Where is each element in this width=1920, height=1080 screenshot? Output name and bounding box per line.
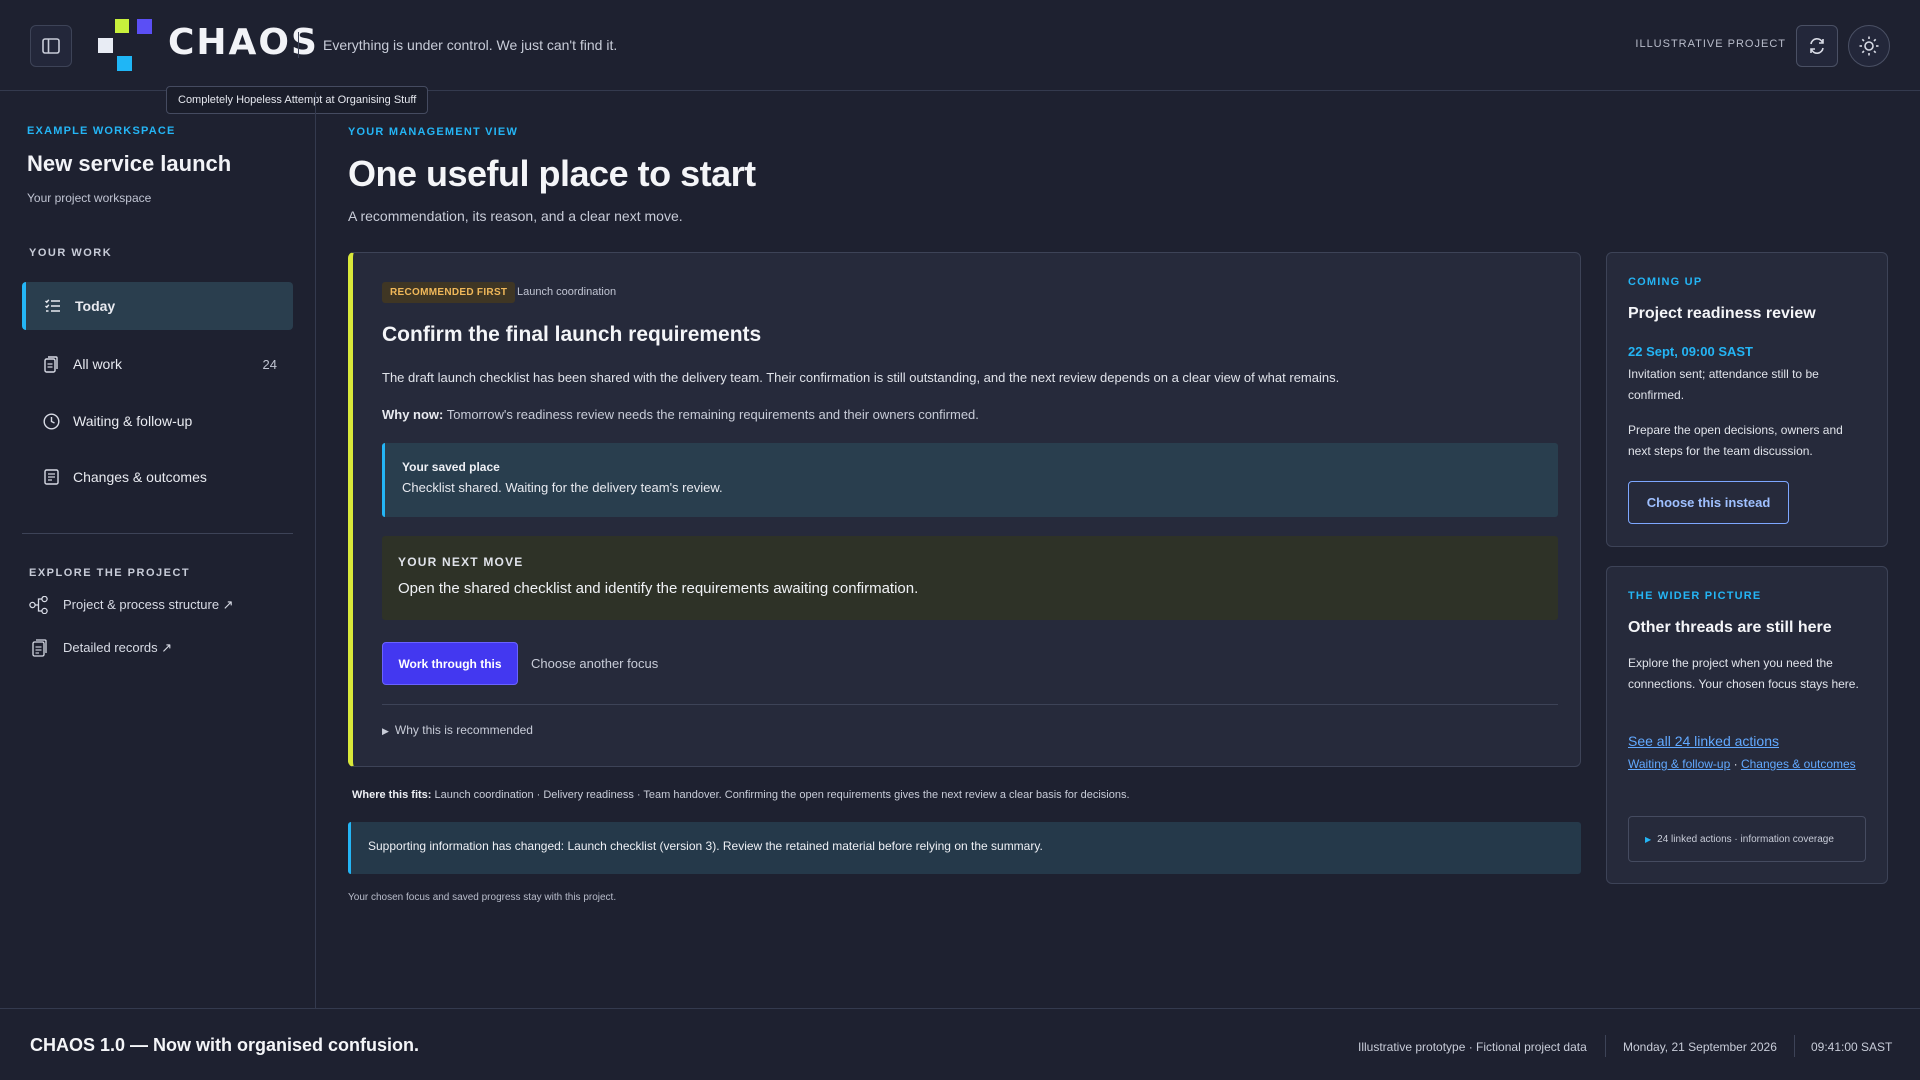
recommendation-card: RECOMMENDED FIRST Launch coordination Co…: [348, 252, 1581, 767]
clock-icon: [42, 412, 60, 430]
card-description: The draft launch checklist has been shar…: [382, 370, 1340, 385]
triangle-right-icon: ▶: [1645, 834, 1652, 844]
where-fits-label: Where this fits:: [352, 789, 432, 801]
all-work-count: 24: [262, 356, 277, 372]
coming-up-title: Project readiness review: [1628, 305, 1816, 322]
wider-picture-card: THE WIDER PICTURE Other threads are stil…: [1606, 566, 1888, 884]
next-move-title: YOUR NEXT MOVE: [398, 555, 524, 569]
saved-place-title: Your saved place: [402, 460, 500, 474]
sidebar-item-today[interactable]: Today: [22, 282, 293, 330]
records-icon: [29, 638, 49, 658]
document-icon: [42, 355, 60, 373]
refresh-button[interactable]: [1796, 25, 1838, 67]
brand-name: CHAOS: [168, 22, 319, 63]
choose-this-instead-button[interactable]: Choose this instead: [1628, 481, 1789, 524]
coming-up-status: Invitation sent; attendance still to be …: [1628, 367, 1819, 402]
footnote: Your chosen focus and saved progress sta…: [348, 892, 617, 903]
sidebar-item-changes[interactable]: Changes & outcomes: [22, 453, 293, 501]
footer-brandline: CHAOS 1.0 — Now with organised confusion…: [30, 1035, 420, 1055]
why-now-text: Tomorrow's readiness review needs the re…: [443, 407, 979, 422]
card-divider: [382, 704, 1558, 705]
sidebar-item-label: Waiting & follow-up: [73, 413, 193, 429]
where-this-fits: Where this fits: Launch coordination · D…: [352, 789, 1130, 801]
wider-picture-label: THE WIDER PICTURE: [1628, 590, 1762, 602]
waiting-follow-up-link[interactable]: Waiting & follow-up: [1628, 757, 1730, 771]
explore-label: EXPLORE THE PROJECT: [29, 567, 191, 579]
explore-item-label: Project & process structure ↗: [63, 597, 234, 612]
info-changed-notice: Supporting information has changed: Laun…: [348, 822, 1581, 874]
chaos-logo-icon: [98, 19, 152, 71]
workspace-title: New service launch: [27, 151, 232, 176]
explore-records-link[interactable]: Detailed records ↗: [29, 638, 172, 658]
app-header: CHAOS Everything is under control. We ju…: [0, 0, 1920, 91]
footer-separator: [1605, 1035, 1606, 1057]
footer-prototype-note: Illustrative prototype · Fictional proje…: [1358, 1040, 1587, 1054]
saved-place-panel: Your saved place Checklist shared. Waiti…: [382, 443, 1558, 517]
wider-picture-text: Explore the project when you need the co…: [1628, 656, 1859, 691]
coverage-toggle[interactable]: ▶ 24 linked actions · information coverag…: [1628, 816, 1866, 862]
explore-structure-link[interactable]: Project & process structure ↗: [29, 595, 234, 615]
sidebar-item-all-work[interactable]: All work 24: [22, 340, 293, 388]
where-fits-text: Launch coordination · Delivery readiness…: [431, 789, 1130, 801]
explore-item-label: Detailed records ↗: [63, 640, 173, 655]
structure-icon: [29, 595, 49, 615]
workspace-label: EXAMPLE WORKSPACE: [27, 125, 176, 137]
triangle-right-icon: ▶: [382, 726, 389, 736]
wider-picture-title: Other threads are still here: [1628, 619, 1832, 636]
page-subtitle: A recommendation, its reason, and a clea…: [348, 208, 683, 224]
coming-up-card: COMING UP Project readiness review 22 Se…: [1606, 252, 1888, 547]
coverage-label: 24 linked actions · information coverage: [1657, 833, 1834, 845]
list-icon: [44, 297, 62, 315]
sidebar-item-label: Changes & outcomes: [73, 469, 207, 485]
sidebar-item-label: Today: [75, 298, 116, 314]
notes-icon: [42, 468, 60, 486]
your-work-label: YOUR WORK: [29, 247, 113, 259]
theme-toggle-button[interactable]: [1848, 25, 1890, 67]
card-context: Launch coordination: [517, 286, 617, 298]
why-toggle-label: Why this is recommended: [394, 723, 533, 737]
saved-place-text: Checklist shared. Waiting for the delive…: [402, 480, 723, 495]
see-all-row: See all 24 linked actions: [1628, 731, 1868, 752]
card-why-now: Why now: Tomorrow's readiness review nee…: [382, 407, 979, 422]
see-all-actions-link[interactable]: See all 24 linked actions: [1628, 733, 1779, 749]
app-footer: CHAOS 1.0 — Now with organised confusion…: [0, 1008, 1920, 1080]
page-title: One useful place to start: [348, 153, 756, 194]
header-divider: [298, 32, 299, 58]
why-recommended-toggle[interactable]: ▶ Why this is recommended: [382, 723, 533, 737]
sidebar: EXAMPLE WORKSPACE New service launch You…: [0, 92, 316, 1008]
choose-another-focus-link[interactable]: Choose another focus: [531, 656, 658, 671]
tagline: Everything is under control. We just can…: [323, 37, 618, 53]
footer-time: 09:41:00 SAST: [1811, 1040, 1893, 1054]
link-separator: ·: [1730, 757, 1741, 771]
refresh-icon: [1810, 38, 1824, 54]
main-section-label: YOUR MANAGEMENT VIEW: [348, 126, 519, 138]
workspace-subtitle: Your project workspace: [27, 191, 152, 205]
sidebar-icon[interactable]: [30, 25, 72, 67]
footer-date: Monday, 21 September 2026: [1623, 1040, 1777, 1054]
why-now-label: Why now:: [382, 407, 444, 422]
sidebar-item-waiting[interactable]: Waiting & follow-up: [22, 397, 293, 445]
coming-up-label: COMING UP: [1628, 276, 1703, 288]
card-title: Confirm the final launch requirements: [382, 323, 762, 346]
next-move-panel: YOUR NEXT MOVE Open the shared checklist…: [382, 536, 1558, 620]
changes-outcomes-link[interactable]: Changes & outcomes: [1741, 757, 1856, 771]
sidebar-divider: [22, 533, 293, 534]
thread-links: Waiting & follow-up · Changes & outcomes: [1628, 754, 1868, 775]
project-label: ILLUSTRATIVE PROJECT: [1635, 38, 1786, 50]
recommended-badge: RECOMMENDED FIRST: [382, 282, 516, 303]
work-through-button[interactable]: Work through this: [382, 642, 518, 685]
footer-separator: [1794, 1035, 1795, 1057]
coming-up-date: 22 Sept, 09:00 SAST: [1628, 344, 1753, 359]
sun-icon: [1859, 36, 1879, 56]
coming-up-prep: Prepare the open decisions, owners and n…: [1628, 423, 1843, 458]
next-move-text: Open the shared checklist and identify t…: [398, 580, 919, 597]
sidebar-item-label: All work: [73, 356, 123, 372]
